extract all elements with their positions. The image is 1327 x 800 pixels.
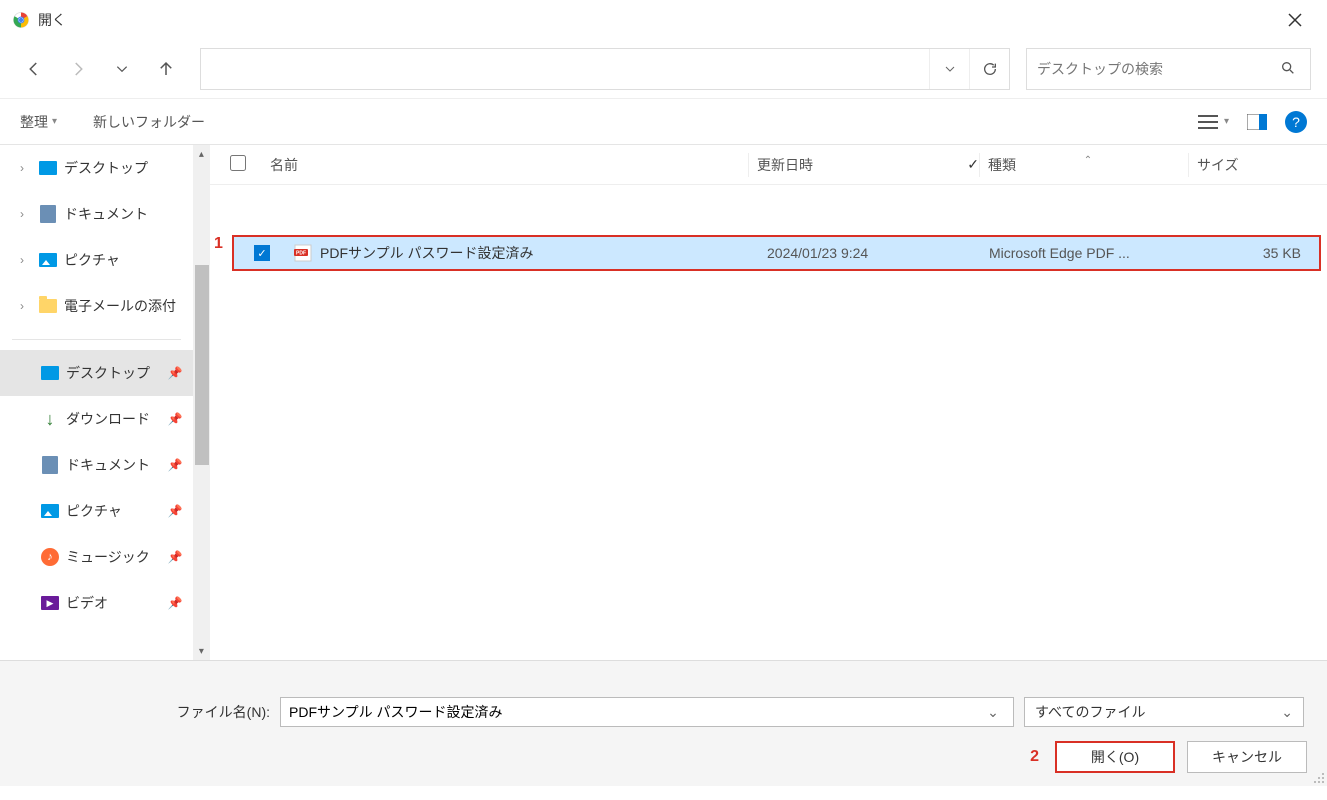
file-type-cell: Microsoft Edge PDF ...: [989, 245, 1189, 261]
folder-icon: [38, 296, 58, 316]
column-type[interactable]: ⌃ 種類: [988, 155, 1188, 175]
pin-icon: 📌: [168, 412, 183, 426]
cancel-button[interactable]: キャンセル: [1187, 741, 1307, 773]
sidebar-scrollbar[interactable]: ▴ ▾: [193, 145, 210, 660]
chevron-right-icon[interactable]: ›: [12, 299, 32, 313]
tree-item-pictures[interactable]: › ピクチャ: [0, 237, 193, 283]
tree-item-email-attach[interactable]: › 電子メールの添付: [0, 283, 193, 329]
main-area: › デスクトップ › ドキュメント › ピクチャ › 電子メールの添付: [0, 144, 1327, 660]
resize-grip[interactable]: [1311, 770, 1325, 784]
svg-text:PDF: PDF: [296, 251, 306, 257]
tree-item-documents[interactable]: › ドキュメント: [0, 191, 193, 237]
address-dropdown-icon[interactable]: [929, 49, 969, 89]
music-icon: ♪: [40, 547, 60, 567]
up-button[interactable]: [148, 51, 184, 87]
view-mode-button[interactable]: ▾: [1198, 114, 1229, 130]
tree-item-desktop[interactable]: › デスクトップ: [0, 145, 193, 191]
pin-icon: 📌: [168, 366, 183, 380]
pin-icon: 📌: [168, 550, 183, 564]
refresh-button[interactable]: [969, 49, 1009, 89]
dialog-footer: ファイル名(N): ⌄ すべてのファイル ⌄ 2 開く(O) キャンセル: [0, 660, 1327, 786]
quick-item-music[interactable]: ♪ ミュージック 📌: [0, 534, 193, 580]
organize-toolbar: 整理 ▾ 新しいフォルダー ▾ ?: [0, 98, 1327, 144]
column-name[interactable]: 名前: [270, 155, 748, 175]
dropdown-icon: ⌄: [1281, 704, 1293, 721]
pdf-icon: PDF: [294, 244, 312, 262]
recent-dropdown[interactable]: [104, 51, 140, 87]
desktop-icon: [38, 158, 58, 178]
file-list: 名前 更新日時 ✓ ⌃ 種類 サイズ 1 ✓: [210, 145, 1327, 660]
tree-separator: [12, 339, 181, 340]
chevron-right-icon[interactable]: ›: [12, 253, 32, 267]
search-box[interactable]: [1026, 48, 1311, 90]
chevron-right-icon[interactable]: ›: [12, 207, 32, 221]
scroll-down-button[interactable]: ▾: [193, 642, 210, 660]
dropdown-icon: ▾: [52, 116, 57, 127]
document-icon: [40, 455, 60, 475]
preview-pane-button[interactable]: [1247, 114, 1267, 130]
scroll-up-button[interactable]: ▴: [193, 145, 210, 163]
checkmark-icon: ✓: [967, 156, 979, 173]
chevron-right-icon[interactable]: ›: [12, 161, 32, 175]
forward-button[interactable]: [60, 51, 96, 87]
search-input[interactable]: [1037, 61, 1280, 77]
pin-icon: 📌: [168, 596, 183, 610]
filename-input[interactable]: [289, 704, 981, 720]
file-row[interactable]: ✓ PDF PDFサンプル パスワード設定済み 2024/01/23 9:24 …: [232, 235, 1321, 271]
close-button[interactable]: [1275, 0, 1315, 40]
column-size[interactable]: サイズ: [1197, 155, 1327, 175]
navigation-toolbar: [0, 40, 1327, 98]
download-icon: ↓: [40, 409, 60, 429]
column-headers: 名前 更新日時 ✓ ⌃ 種類 サイズ: [210, 145, 1327, 185]
titlebar: 開く: [0, 0, 1327, 40]
sort-indicator-icon: ⌃: [988, 155, 1188, 166]
file-type-filter[interactable]: すべてのファイル ⌄: [1024, 697, 1304, 727]
help-button[interactable]: ?: [1285, 111, 1307, 133]
file-name-cell: PDF PDFサンプル パスワード設定済み: [294, 243, 767, 263]
pin-icon: 📌: [168, 458, 183, 472]
filename-label: ファイル名(N):: [20, 702, 270, 722]
chrome-icon: [12, 11, 30, 29]
pictures-icon: [38, 250, 58, 270]
annotation-1: 1: [214, 235, 223, 253]
window-title: 開く: [38, 10, 1275, 30]
select-all-checkbox[interactable]: [230, 155, 270, 174]
back-button[interactable]: [16, 51, 52, 87]
pictures-icon: [40, 501, 60, 521]
column-date[interactable]: 更新日時 ✓: [757, 155, 979, 175]
quick-item-pictures[interactable]: ピクチャ 📌: [0, 488, 193, 534]
filename-input-wrapper[interactable]: ⌄: [280, 697, 1014, 727]
quick-item-downloads[interactable]: ↓ ダウンロード 📌: [0, 396, 193, 442]
video-icon: ▶: [40, 593, 60, 613]
row-checkbox[interactable]: ✓: [254, 245, 294, 261]
address-bar[interactable]: [200, 48, 1010, 90]
new-folder-button[interactable]: 新しいフォルダー: [93, 112, 205, 132]
annotation-2: 2: [1030, 748, 1039, 766]
pin-icon: 📌: [168, 504, 183, 518]
open-button[interactable]: 開く(O): [1055, 741, 1175, 773]
file-size-cell: 35 KB: [1189, 245, 1319, 261]
dropdown-icon: ▾: [1224, 116, 1229, 127]
sidebar: › デスクトップ › ドキュメント › ピクチャ › 電子メールの添付: [0, 145, 210, 660]
organize-button[interactable]: 整理 ▾: [20, 112, 57, 132]
scrollbar-thumb[interactable]: [195, 265, 209, 465]
quick-item-video[interactable]: ▶ ビデオ 📌: [0, 580, 193, 626]
desktop-icon: [40, 363, 60, 383]
search-icon[interactable]: [1280, 60, 1300, 79]
quick-item-desktop[interactable]: デスクトップ 📌: [0, 350, 193, 396]
document-icon: [38, 204, 58, 224]
filename-dropdown-icon[interactable]: ⌄: [981, 704, 1005, 721]
quick-item-documents[interactable]: ドキュメント 📌: [0, 442, 193, 488]
file-date-cell: 2024/01/23 9:24: [767, 245, 989, 261]
